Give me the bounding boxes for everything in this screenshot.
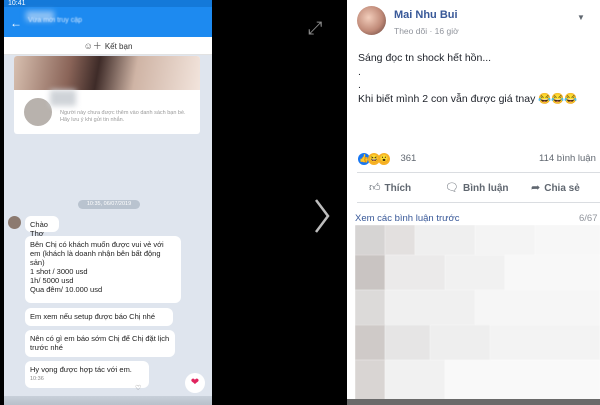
chevron-down-icon[interactable]: ▼: [577, 13, 585, 22]
comment-count[interactable]: 114 bình luận: [539, 153, 596, 164]
add-friend-button[interactable]: ☺＋ Kết bạn: [4, 37, 212, 55]
status-bar: 10:41: [4, 0, 212, 7]
post-line: Sáng đọc tn shock hết hồn...: [358, 52, 492, 64]
author-name[interactable]: Mai Nhu Bui: [394, 9, 458, 21]
message-bubble[interactable]: Hy vọng được hợp tác với em. 10:36: [25, 361, 149, 388]
sender-avatar: [8, 216, 21, 229]
share-icon: ➦: [531, 182, 541, 194]
add-friend-label: Kết bạn: [104, 42, 133, 51]
divider: [357, 202, 600, 203]
divider: [357, 172, 600, 173]
comment-page-counter: 6/67: [579, 213, 598, 224]
add-user-icon: ☺＋: [83, 41, 102, 51]
follow-link[interactable]: Theo dõi: [394, 26, 427, 36]
post-meta: Theo dõi · 16 giờ: [394, 26, 459, 36]
stranger-notice: Người này chưa được thêm vào danh sách b…: [60, 110, 186, 123]
reaction-summary[interactable]: 👍😆😮 361: [358, 150, 417, 165]
input-bar: [4, 396, 212, 405]
time-divider: 10:35, 06/07/2019: [78, 200, 140, 209]
wow-reaction-icon: 😮: [378, 152, 390, 165]
message-time: 10:36: [30, 376, 44, 382]
message-bubble[interactable]: Chào Thơ: [25, 216, 59, 238]
post-text: Sáng đọc tn shock hết hồn... . . Khi biế…: [358, 52, 594, 106]
comment-icon: 🗨︎: [445, 182, 459, 194]
back-arrow-icon[interactable]: ←: [10, 16, 22, 30]
chat-header: ← Vừa mới truy cập: [4, 7, 212, 37]
post-line: .: [358, 65, 361, 78]
message-bubble[interactable]: Bên Chị có khách muốn được vui vẻ với em…: [25, 236, 181, 303]
post-line: Khi biết mình 2 con vẫn được giá tnay 😂😂…: [358, 92, 578, 105]
avatar[interactable]: [357, 6, 386, 35]
post-line: .: [358, 79, 361, 91]
reaction-count: 361: [400, 153, 417, 165]
bottom-strip: [347, 399, 600, 405]
thumbs-up-icon: 👍︎: [369, 182, 381, 194]
cover-photo: [14, 56, 200, 90]
chat-screenshot: 10:41 ← Vừa mới truy cập ☺＋ Kết bạn Người…: [4, 0, 212, 405]
view-previous-comments-link[interactable]: Xem các bình luận trước: [355, 213, 459, 224]
pixelated-comments: [355, 225, 600, 405]
share-button[interactable]: ➦ Chia sẻ: [531, 181, 580, 194]
expand-icon[interactable]: ⤢: [308, 18, 322, 39]
contact-status: Vừa mới truy cập: [28, 17, 83, 24]
comment-button[interactable]: 🗨︎ Bình luận: [445, 181, 509, 194]
comment-label: Bình luận: [462, 183, 509, 194]
post-time[interactable]: 16 giờ: [435, 26, 459, 36]
like-button[interactable]: 👍︎ Thích: [369, 181, 411, 194]
share-label: Chia sẻ: [544, 183, 580, 194]
status-time: 10:41: [8, 0, 26, 7]
facebook-post: Mai Nhu Bui Theo dõi · 16 giờ ▼ Sáng đọc…: [347, 0, 600, 405]
blurred-name: [50, 90, 76, 106]
message-text: Hy vọng được hợp tác với em.: [30, 365, 132, 374]
message-bubble[interactable]: Nên có gì em báo sớm Chị để Chị đặt lịch…: [25, 330, 175, 357]
heart-outline-icon[interactable]: ♡: [135, 384, 141, 392]
heart-icon[interactable]: ❤: [185, 373, 205, 393]
profile-card[interactable]: Người này chưa được thêm vào danh sách b…: [14, 56, 200, 134]
chevron-right-icon[interactable]: [312, 196, 332, 236]
like-label: Thích: [384, 183, 412, 194]
message-bubble[interactable]: Em xem nếu setup được báo Chị nhé: [25, 308, 173, 326]
